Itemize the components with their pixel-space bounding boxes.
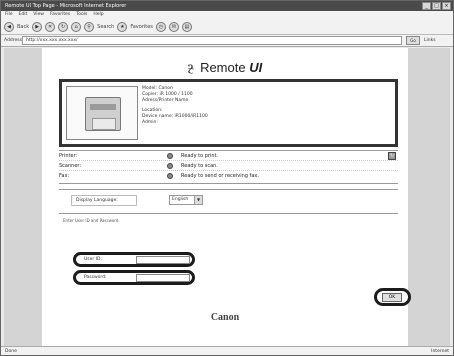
search-icon[interactable]: ⚲ [84, 21, 95, 32]
browser-toolbar: ◀ Back ▶ ✕ ↻ ⌂ ⚲ Search ★ Favorites ◷ ✉ … [1, 19, 453, 35]
window-title: Remote UI Top Page - Microsoft Internet … [5, 3, 127, 9]
status-bar-left: Done [5, 349, 17, 354]
refresh-icon[interactable]: ↻ [58, 21, 69, 32]
device-status-table: Printer: Ready to print. ↻ Scanner: Read… [59, 150, 398, 184]
status-row-scanner: Scanner: Ready to scan. [59, 161, 398, 171]
ok-highlight: OK [374, 288, 411, 306]
refresh-status-button[interactable]: ↻ [388, 152, 396, 160]
close-button[interactable]: × [442, 2, 451, 10]
back-icon[interactable]: ◀ [4, 21, 14, 32]
menu-bar: File Edit View Favorites Tools Help [1, 11, 453, 19]
remote-ui-page: ⳉ Remote UI Model: Canon Copier: iR 1000… [42, 48, 411, 346]
browser-status-bar: Done Internet [1, 346, 453, 355]
ok-button[interactable]: OK [382, 293, 402, 302]
menu-help[interactable]: Help [93, 11, 103, 19]
address-input[interactable]: http://xxx.xxx.xxx.xxx/ [22, 36, 402, 45]
printer-icon [85, 97, 121, 131]
status-indicator-icon [167, 163, 173, 169]
language-section: Display Language: English ▼ [59, 189, 398, 211]
menu-file[interactable]: File [5, 11, 13, 19]
device-image [66, 86, 138, 140]
remote-ui-glyph-icon: ⳉ [187, 57, 195, 76]
back-label[interactable]: Back [17, 24, 29, 30]
status-row-printer: Printer: Ready to print. ↻ [59, 151, 398, 161]
user-id-highlight: User ID: [73, 252, 195, 267]
status-bar-zone: Internet [431, 349, 449, 354]
status-label: Fax: [59, 173, 70, 179]
login-hint: Enter User ID and Password. [63, 218, 120, 223]
language-select[interactable]: English ▼ [169, 195, 203, 205]
device-info-line: Admin: [142, 120, 158, 125]
home-icon[interactable]: ⌂ [71, 21, 82, 32]
status-label: Scanner: [59, 163, 82, 169]
user-id-label: User ID: [84, 257, 102, 262]
address-bar: Address http://xxx.xxx.xxx.xxx/ Go Links [1, 35, 453, 47]
remote-ui-logo: ⳉ Remote UI [42, 56, 408, 78]
language-label: Display Language: [71, 195, 137, 206]
menu-edit[interactable]: Edit [19, 11, 28, 19]
user-id-input[interactable] [136, 256, 190, 264]
logo-text: Remote [200, 59, 250, 75]
status-label: Printer: [59, 153, 78, 159]
logo-text-bold: UI [249, 59, 263, 75]
menu-favorites[interactable]: Favorites [50, 11, 70, 19]
print-icon[interactable]: ▤ [181, 21, 192, 32]
chevron-down-icon[interactable]: ▼ [194, 196, 202, 204]
window-controls: _ □ × [422, 2, 451, 10]
history-icon[interactable]: ◷ [155, 21, 166, 32]
search-label[interactable]: Search [97, 24, 114, 30]
device-info-panel: Model: Canon Copier: iR 1000 / 1100 Adre… [59, 79, 398, 147]
status-text: Ready to print. [181, 153, 219, 159]
favorites-icon[interactable]: ★ [117, 21, 128, 32]
forward-icon[interactable]: ▶ [32, 21, 43, 32]
go-button[interactable]: Go [406, 36, 420, 45]
favorites-label[interactable]: Favorites [130, 24, 153, 30]
title-bar: Remote UI Top Page - Microsoft Internet … [1, 1, 453, 11]
browser-window: Remote UI Top Page - Microsoft Internet … [0, 0, 454, 356]
stop-icon[interactable]: ✕ [45, 21, 56, 32]
status-row-fax: Fax: Ready to send or receiving fax. [59, 171, 398, 181]
password-input[interactable] [136, 274, 190, 282]
password-highlight: Password: [73, 270, 195, 285]
login-section: Enter User ID and Password. User ID: Pas… [59, 213, 411, 309]
status-text: Ready to scan. [181, 163, 218, 169]
minimize-button[interactable]: _ [422, 2, 431, 10]
mail-icon[interactable]: ✉ [168, 21, 179, 32]
device-info-text: Model: Canon Copier: iR 1000 / 1100 Adre… [142, 86, 392, 144]
status-indicator-icon [167, 153, 173, 159]
password-label: Password: [84, 275, 107, 280]
language-select-value: English [172, 197, 189, 202]
address-label: Address [4, 38, 22, 43]
canon-logo: Canon [210, 312, 240, 323]
menu-view[interactable]: View [33, 11, 44, 19]
links-label[interactable]: Links [424, 38, 436, 43]
status-indicator-icon [167, 173, 173, 179]
maximize-button[interactable]: □ [432, 2, 441, 10]
status-text: Ready to send or receiving fax. [181, 173, 259, 179]
menu-tools[interactable]: Tools [76, 11, 87, 19]
page-viewport: ⳉ Remote UI Model: Canon Copier: iR 1000… [4, 48, 450, 346]
